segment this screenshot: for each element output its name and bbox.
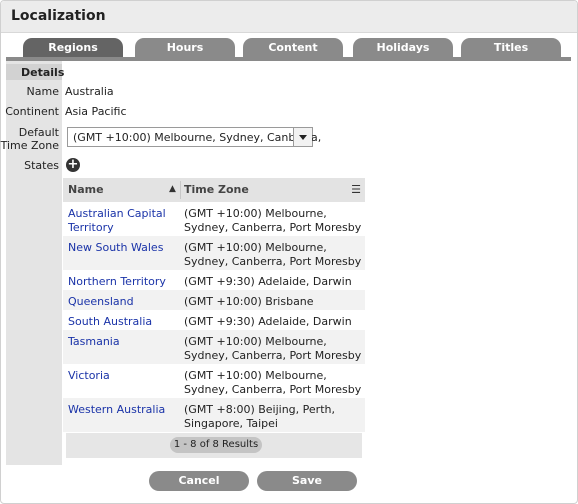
tab-regions[interactable]: Regions	[23, 38, 123, 58]
label-column	[6, 61, 62, 465]
timezone-label-line1: Default	[18, 126, 59, 139]
state-name-link[interactable]: Tasmania	[68, 335, 176, 349]
state-name-link[interactable]: Australian Capital Territory	[68, 207, 176, 235]
table-row: South Australia (GMT +9:30) Adelaide, Da…	[63, 310, 365, 330]
chevron-down-icon[interactable]	[293, 128, 312, 146]
tab-titles[interactable]: Titles	[461, 38, 561, 58]
tab-underline	[6, 57, 571, 61]
results-count: 1 - 8 of 8 Results	[170, 437, 262, 453]
pager-bar: 1 - 8 of 8 Results	[66, 433, 362, 458]
title-bar: Localization	[1, 1, 577, 33]
name-label: Name	[26, 85, 59, 98]
table-row: Victoria (GMT +10:00) Melbourne, Sydney,…	[63, 364, 365, 398]
state-name-link[interactable]: New South Wales	[68, 241, 176, 255]
state-timezone: (GMT +10:00) Melbourne, Sydney, Canberra…	[184, 241, 362, 268]
continent-label: Continent	[5, 105, 59, 118]
sort-ascending-icon[interactable]: ▲	[169, 184, 176, 194]
state-name-link[interactable]: Victoria	[68, 369, 176, 383]
state-timezone: (GMT +9:30) Adelaide, Darwin	[184, 315, 352, 328]
default-timezone-select[interactable]: (GMT +10:00) Melbourne, Sydney, Canberra…	[67, 127, 321, 147]
table-row: New South Wales (GMT +10:00) Melbourne, …	[63, 236, 365, 270]
table-row: Western Australia (GMT +8:00) Beijing, P…	[63, 398, 365, 432]
state-timezone: (GMT +8:00) Beijing, Perth, Singapore, T…	[184, 403, 335, 430]
column-divider	[180, 181, 181, 199]
cancel-button[interactable]: Cancel	[149, 471, 249, 491]
tab-holidays[interactable]: Holidays	[353, 38, 453, 58]
table-row: Queensland (GMT +10:00) Brisbane	[63, 290, 365, 310]
name-value: Australia	[65, 85, 114, 98]
table-row: Australian Capital Territory (GMT +10:00…	[63, 202, 365, 236]
column-menu-icon[interactable]: ☰	[351, 183, 361, 196]
add-state-icon[interactable]: +	[66, 158, 80, 172]
localization-window: Localization Regions Hours Content Holid…	[0, 0, 578, 504]
state-timezone: (GMT +10:00) Melbourne, Sydney, Canberra…	[184, 369, 362, 396]
column-header-timezone[interactable]: Time Zone	[184, 183, 249, 196]
states-table: Name ▲ Time Zone ☰ Australian Capital Te…	[63, 178, 365, 432]
state-timezone: (GMT +9:30) Adelaide, Darwin	[184, 275, 352, 288]
states-table-body: Australian Capital Territory (GMT +10:00…	[63, 202, 365, 432]
state-timezone: (GMT +10:00) Melbourne, Sydney, Canberra…	[184, 207, 362, 234]
continent-value: Asia Pacific	[65, 105, 127, 118]
table-row: Northern Territory (GMT +9:30) Adelaide,…	[63, 270, 365, 290]
save-button[interactable]: Save	[257, 471, 357, 491]
window-title: Localization	[11, 8, 106, 24]
tab-content[interactable]: Content	[243, 38, 343, 58]
column-header-name[interactable]: Name	[68, 183, 104, 196]
tab-hours[interactable]: Hours	[135, 38, 235, 58]
state-timezone: (GMT +10:00) Brisbane	[184, 295, 314, 308]
states-label: States	[24, 159, 59, 172]
tab-bar: Regions Hours Content Holidays Titles	[23, 38, 571, 58]
state-name-link[interactable]: South Australia	[68, 315, 176, 329]
table-row: Tasmania (GMT +10:00) Melbourne, Sydney,…	[63, 330, 365, 364]
details-section-label: Details	[21, 66, 65, 79]
states-table-header: Name ▲ Time Zone ☰	[63, 178, 365, 202]
default-timezone-value: (GMT +10:00) Melbourne, Sydney, Canberra…	[73, 131, 322, 144]
state-timezone: (GMT +10:00) Melbourne, Sydney, Canberra…	[184, 335, 362, 362]
timezone-label-line2: Time Zone	[0, 139, 59, 152]
state-name-link[interactable]: Queensland	[68, 295, 176, 309]
state-name-link[interactable]: Northern Territory	[68, 275, 176, 289]
state-name-link[interactable]: Western Australia	[68, 403, 176, 417]
